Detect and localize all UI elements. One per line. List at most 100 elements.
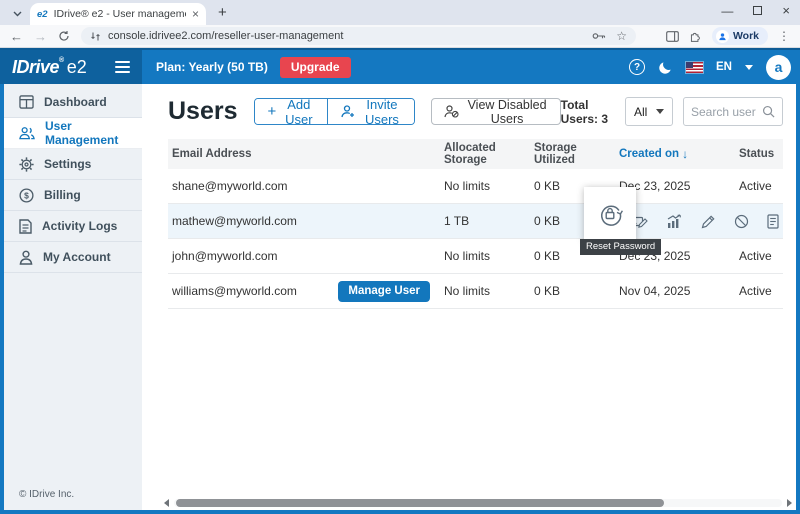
- total-users-count: Total Users: 3: [561, 98, 613, 126]
- browser-menu-icon[interactable]: ⋮: [778, 29, 790, 43]
- us-flag-icon: [686, 62, 703, 73]
- gear-icon: [19, 157, 34, 172]
- side-panel-icon[interactable]: [666, 31, 679, 42]
- search-icon[interactable]: [762, 105, 775, 118]
- col-allocated-storage: Allocated Storage: [440, 142, 530, 166]
- sidebar-item-user-management[interactable]: User Management: [4, 118, 142, 149]
- language-caret-icon[interactable]: [745, 65, 753, 70]
- users-table: Email Address Allocated Storage Storage …: [168, 139, 783, 309]
- profile-avatar-icon: [716, 30, 729, 43]
- sidebar-item-dashboard[interactable]: Dashboard: [4, 87, 142, 118]
- table-row[interactable]: williams@myworld.com Manage User No limi…: [168, 274, 783, 309]
- col-storage-utilized: Storage Utilized: [530, 142, 615, 166]
- reset-password-tooltip: Reset Password: [580, 239, 661, 255]
- sort-descending-icon: ↓: [682, 147, 688, 161]
- browser-toolbar: ← → console.idrivee2.com/reseller-user-m…: [0, 25, 800, 48]
- add-user-button[interactable]: + Add User: [255, 99, 328, 124]
- plus-icon: +: [268, 104, 277, 119]
- person-plus-icon: [341, 105, 355, 118]
- dashboard-icon: [19, 95, 34, 109]
- sidebar: Dashboard User Management Settings $ Bil…: [4, 84, 142, 510]
- user-email: john@myworld.com: [168, 249, 440, 263]
- new-tab-button[interactable]: +: [218, 5, 227, 20]
- status-badge: Active: [735, 249, 783, 263]
- activity-log-icon[interactable]: [767, 214, 779, 229]
- table-header-row: Email Address Allocated Storage Storage …: [168, 139, 783, 169]
- col-status: Status: [735, 148, 783, 160]
- scrollbar-track[interactable]: [174, 499, 782, 507]
- user-filter-dropdown[interactable]: All: [625, 97, 673, 126]
- logo-zone: IDrive®e2: [0, 50, 142, 84]
- col-created-on-sort[interactable]: Created on ↓: [615, 147, 735, 161]
- person-icon: [19, 250, 33, 265]
- users-page: Users + Add User Invite Users: [142, 84, 796, 510]
- user-email-cell: williams@myworld.com Manage User: [168, 281, 440, 302]
- status-badge: Active: [735, 284, 783, 298]
- reset-password-lock-icon: [597, 201, 623, 227]
- row-action-icons: [630, 204, 779, 238]
- sidebar-item-my-account[interactable]: My Account: [4, 242, 142, 273]
- user-email: williams@myworld.com: [172, 284, 297, 298]
- back-icon[interactable]: ←: [10, 30, 23, 43]
- chevron-down-icon: [656, 109, 664, 114]
- plan-label: Plan: Yearly (50 TB): [156, 60, 268, 74]
- dark-mode-moon-icon[interactable]: [658, 60, 673, 75]
- edit-user-icon[interactable]: [701, 214, 716, 229]
- password-key-icon[interactable]: [592, 31, 606, 41]
- activity-log-icon: [19, 219, 32, 234]
- profile-name: Work: [733, 30, 759, 42]
- browser-tabstrip: e2 IDrive® e2 - User management × + — ×: [0, 0, 800, 25]
- person-disabled-icon: [444, 105, 459, 118]
- sidebar-item-settings[interactable]: Settings: [4, 149, 142, 180]
- account-avatar[interactable]: a: [766, 55, 791, 80]
- table-row-hovered[interactable]: mathew@myworld.com 1 TB 0 KB: [168, 204, 783, 239]
- scroll-right-icon[interactable]: [787, 499, 792, 507]
- user-actions-button-group: + Add User Invite Users: [254, 98, 416, 125]
- idrive-e2-logo: IDrive®e2: [12, 57, 87, 78]
- extensions-puzzle-icon[interactable]: [689, 30, 702, 43]
- window-minimize-icon[interactable]: —: [721, 4, 733, 18]
- invite-users-button[interactable]: Invite Users: [327, 99, 414, 124]
- forward-icon[interactable]: →: [34, 30, 47, 43]
- manage-user-button[interactable]: Manage User: [338, 281, 430, 302]
- browser-tab[interactable]: e2 IDrive® e2 - User management ×: [30, 3, 206, 25]
- idrive-e2-console: IDrive®e2 Plan: Yearly (50 TB) Upgrade ?…: [0, 48, 800, 514]
- table-row[interactable]: shane@myworld.com No limits 0 KB Dec 23,…: [168, 169, 783, 204]
- tab-search-button[interactable]: [9, 5, 26, 22]
- browser-profile-chip[interactable]: Work: [712, 27, 768, 45]
- col-email-address: Email Address: [168, 148, 440, 160]
- window-close-icon[interactable]: ×: [782, 3, 790, 18]
- hamburger-menu-icon[interactable]: [115, 61, 130, 74]
- sidebar-item-billing[interactable]: $ Billing: [4, 180, 142, 211]
- bookmark-star-icon[interactable]: ☆: [616, 29, 627, 43]
- table-row[interactable]: john@myworld.com No limits 0 KB Dec 23, …: [168, 239, 783, 274]
- scroll-left-icon[interactable]: [164, 499, 169, 507]
- status-badge: Active: [735, 179, 783, 193]
- view-disabled-users-button[interactable]: View Disabled Users: [431, 98, 560, 125]
- upgrade-button[interactable]: Upgrade: [280, 57, 351, 78]
- usage-statistics-icon[interactable]: [666, 214, 682, 229]
- tab-title: IDrive® e2 - User management: [54, 8, 186, 20]
- reset-password-button[interactable]: [584, 187, 636, 241]
- horizontal-scrollbar[interactable]: [164, 498, 792, 508]
- users-icon: [19, 126, 35, 140]
- search-user-box: [683, 97, 783, 126]
- site-info-icon[interactable]: [90, 31, 101, 42]
- dollar-icon: $: [19, 188, 34, 203]
- scrollbar-thumb[interactable]: [176, 499, 664, 507]
- tab-close-icon[interactable]: ×: [192, 8, 199, 20]
- url-text: console.idrivee2.com/reseller-user-manag…: [108, 30, 343, 42]
- window-maximize-icon[interactable]: [753, 6, 762, 15]
- svg-text:$: $: [24, 190, 29, 200]
- sidebar-item-activity-logs[interactable]: Activity Logs: [4, 211, 142, 242]
- language-label: EN: [716, 61, 732, 73]
- user-email: mathew@myworld.com: [168, 214, 440, 228]
- page-title: Users: [168, 97, 238, 126]
- app-header: IDrive®e2 Plan: Yearly (50 TB) Upgrade ?…: [0, 48, 800, 84]
- disable-user-icon[interactable]: [734, 214, 749, 229]
- copyright-text: © IDrive Inc.: [4, 479, 142, 510]
- help-icon[interactable]: ?: [629, 59, 645, 75]
- url-bar[interactable]: console.idrivee2.com/reseller-user-manag…: [81, 27, 636, 45]
- reload-icon[interactable]: [58, 30, 70, 42]
- search-input[interactable]: [691, 105, 759, 119]
